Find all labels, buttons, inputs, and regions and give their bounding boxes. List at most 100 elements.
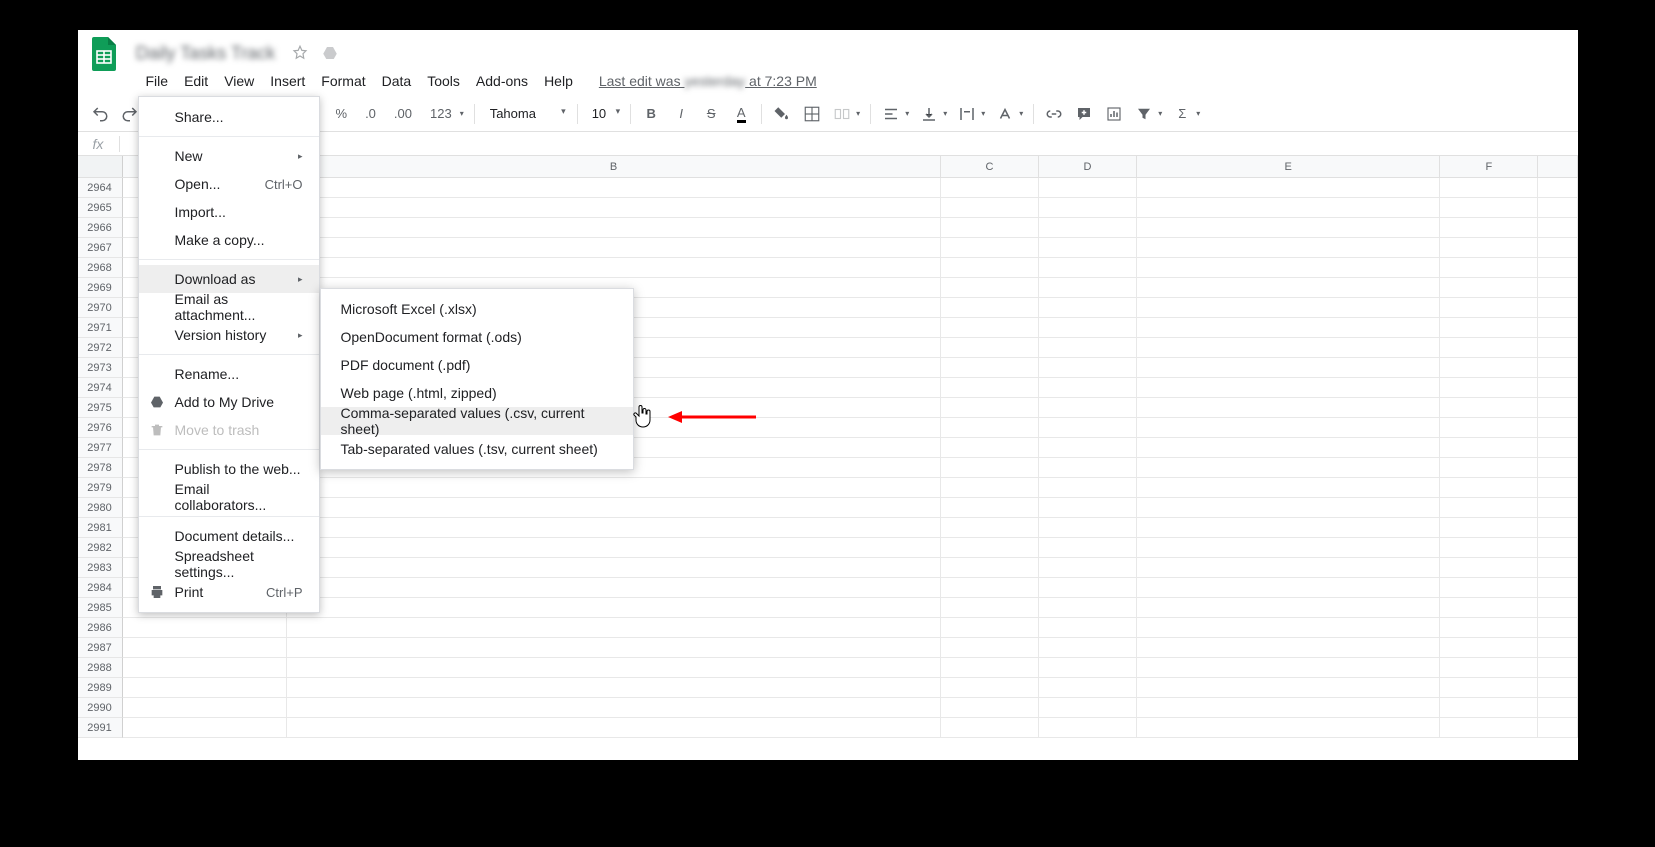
insert-link-button[interactable] <box>1040 100 1068 128</box>
cell[interactable] <box>1538 518 1577 538</box>
cell[interactable] <box>941 718 1039 738</box>
row-header[interactable]: 2990 <box>78 698 123 718</box>
cell[interactable] <box>1440 238 1538 258</box>
cell[interactable] <box>287 178 941 198</box>
cell[interactable] <box>287 678 941 698</box>
cell[interactable] <box>1039 398 1137 418</box>
cell[interactable] <box>1039 458 1137 478</box>
file-menu-new[interactable]: New▸ <box>139 142 319 170</box>
cell[interactable] <box>287 238 941 258</box>
text-wrap-button[interactable] <box>953 100 981 128</box>
cell[interactable] <box>1137 658 1441 678</box>
cell[interactable] <box>1538 678 1577 698</box>
cell[interactable] <box>1440 298 1538 318</box>
menu-data[interactable]: Data <box>374 69 420 93</box>
cell[interactable] <box>1137 298 1441 318</box>
decrease-decimal-button[interactable]: .0 <box>357 106 384 121</box>
file-menu-add-to-drive[interactable]: Add to My Drive <box>139 388 319 416</box>
row-header[interactable]: 2983 <box>78 558 123 578</box>
file-menu-download-as[interactable]: Download as▸ <box>139 265 319 293</box>
cell[interactable] <box>123 638 288 658</box>
cell[interactable] <box>1039 498 1137 518</box>
cell[interactable] <box>1538 598 1577 618</box>
cell[interactable] <box>1538 538 1577 558</box>
cell[interactable] <box>1137 518 1441 538</box>
cell[interactable] <box>941 358 1039 378</box>
cell[interactable] <box>287 498 941 518</box>
more-formats-button[interactable]: 123 <box>422 106 460 121</box>
download-ods[interactable]: OpenDocument format (.ods) <box>321 323 633 351</box>
cell[interactable] <box>1440 218 1538 238</box>
cell[interactable] <box>1137 258 1441 278</box>
cell[interactable] <box>1039 418 1137 438</box>
cell[interactable] <box>1039 698 1137 718</box>
cell[interactable] <box>287 478 941 498</box>
column-header[interactable]: E <box>1137 156 1441 177</box>
cell[interactable] <box>1440 638 1538 658</box>
cell[interactable] <box>941 258 1039 278</box>
cell[interactable] <box>1137 218 1441 238</box>
cell[interactable] <box>1440 438 1538 458</box>
cell[interactable] <box>941 338 1039 358</box>
row-header[interactable]: 2981 <box>78 518 123 538</box>
cell[interactable] <box>1538 438 1577 458</box>
percent-format-button[interactable]: % <box>328 106 356 121</box>
cell[interactable] <box>1039 678 1137 698</box>
cell[interactable] <box>123 658 288 678</box>
cell[interactable] <box>1538 498 1577 518</box>
cell[interactable] <box>1039 578 1137 598</box>
row-header[interactable]: 2979 <box>78 478 123 498</box>
cell[interactable] <box>1137 558 1441 578</box>
cell[interactable] <box>1440 278 1538 298</box>
cell[interactable] <box>1440 258 1538 278</box>
increase-decimal-button[interactable]: .00 <box>386 106 420 121</box>
file-menu-make-copy[interactable]: Make a copy... <box>139 226 319 254</box>
cell[interactable] <box>941 498 1039 518</box>
horizontal-align-button[interactable] <box>877 100 905 128</box>
undo-button[interactable] <box>86 100 114 128</box>
cell[interactable] <box>287 658 941 678</box>
file-menu-share[interactable]: Share... <box>139 103 319 131</box>
cell[interactable] <box>941 558 1039 578</box>
cell[interactable] <box>1039 338 1137 358</box>
cell[interactable] <box>941 598 1039 618</box>
cell[interactable] <box>941 678 1039 698</box>
cell[interactable] <box>1440 558 1538 578</box>
cell[interactable] <box>1039 618 1137 638</box>
file-menu-print[interactable]: PrintCtrl+P <box>139 578 319 606</box>
menu-help[interactable]: Help <box>536 69 581 93</box>
cell[interactable] <box>1538 398 1577 418</box>
cell[interactable] <box>1440 398 1538 418</box>
row-header[interactable]: 2974 <box>78 378 123 398</box>
text-rotation-button[interactable] <box>991 100 1019 128</box>
cell[interactable] <box>1137 318 1441 338</box>
cell[interactable] <box>1538 618 1577 638</box>
cell[interactable] <box>1137 358 1441 378</box>
download-csv[interactable]: Comma-separated values (.csv, current sh… <box>321 407 633 435</box>
cell[interactable] <box>1039 378 1137 398</box>
row-header[interactable]: 2968 <box>78 258 123 278</box>
cell[interactable] <box>1137 718 1441 738</box>
cell[interactable] <box>1440 318 1538 338</box>
cell[interactable] <box>1538 578 1577 598</box>
cell[interactable] <box>1137 598 1441 618</box>
file-menu-doc-details[interactable]: Document details... <box>139 522 319 550</box>
row-header[interactable]: 2971 <box>78 318 123 338</box>
column-header[interactable]: F <box>1440 156 1538 177</box>
cell[interactable] <box>941 538 1039 558</box>
cell[interactable] <box>1137 278 1441 298</box>
insert-chart-button[interactable] <box>1100 100 1128 128</box>
row-header[interactable]: 2988 <box>78 658 123 678</box>
cell[interactable] <box>1440 658 1538 678</box>
cell[interactable] <box>1538 218 1577 238</box>
cell[interactable] <box>287 598 941 618</box>
cell[interactable] <box>1137 438 1441 458</box>
row-header[interactable]: 2967 <box>78 238 123 258</box>
cell[interactable] <box>1039 298 1137 318</box>
borders-button[interactable] <box>798 100 826 128</box>
filter-button[interactable] <box>1130 100 1158 128</box>
cell[interactable] <box>1137 498 1441 518</box>
cell[interactable] <box>941 198 1039 218</box>
cell[interactable] <box>1137 618 1441 638</box>
cell[interactable] <box>941 398 1039 418</box>
